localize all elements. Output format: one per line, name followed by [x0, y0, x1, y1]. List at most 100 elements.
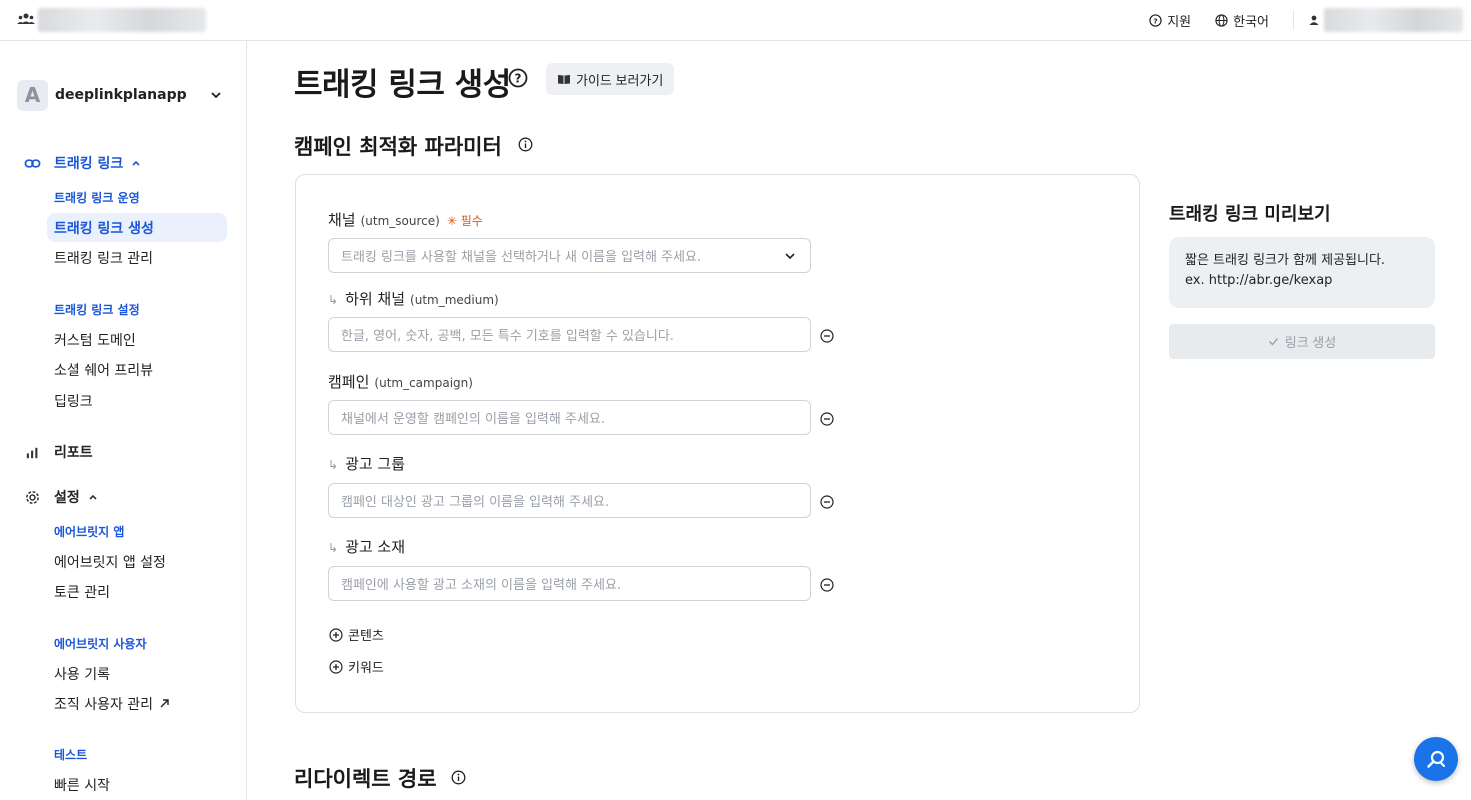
- add-content-label: 콘텐츠: [348, 629, 384, 644]
- divider: [1293, 10, 1294, 30]
- add-circle-icon: [329, 627, 343, 642]
- field-label-text: 광고 소재: [345, 538, 406, 556]
- svg-text:?: ?: [515, 72, 522, 86]
- sub-arrow-icon: ↳: [328, 293, 339, 307]
- ad-creative-input[interactable]: 캠페인에 사용할 광고 소재의 이름을 입력해 주세요.: [328, 566, 811, 601]
- add-circle-icon: [329, 659, 343, 674]
- page-title: 트래킹 링크 생성: [294, 67, 511, 103]
- top-bar: ? 지원 한국어: [0, 0, 1471, 41]
- guide-button[interactable]: 가이드 보러가기: [546, 63, 675, 95]
- check-icon: [1268, 338, 1278, 346]
- campaign-input[interactable]: 채널에서 운영할 캠페인의 이름을 입력해 주세요.: [328, 400, 811, 435]
- required-marker: ✳ 필수: [446, 214, 483, 228]
- support-label: 지원: [1167, 14, 1192, 30]
- sub-arrow-icon: ↳: [328, 541, 339, 555]
- book-icon: [558, 75, 570, 84]
- nav-group-label: 설정: [54, 490, 80, 506]
- field-label-campaign: 캠페인 (utm_campaign): [328, 371, 473, 392]
- preview-text-line1: 짧은 트래킹 링크가 함께 제공됩니다.: [1185, 253, 1386, 268]
- sidebar-item-org-user-management[interactable]: 조직 사용자 관리: [47, 689, 227, 718]
- sidebar-item-token-management[interactable]: 토큰 관리: [47, 577, 227, 606]
- sidebar-item-manage-tracking-link[interactable]: 트래킹 링크 관리: [47, 243, 227, 272]
- create-link-button[interactable]: 링크 생성: [1169, 324, 1435, 359]
- sidebar: A deeplinkplanapp 트래킹 링크 트래킹 링크 운영 트래킹 링…: [0, 41, 247, 800]
- link-icon: [24, 158, 41, 168]
- remove-circle-icon[interactable]: [820, 329, 834, 343]
- remove-circle-icon[interactable]: [820, 412, 834, 426]
- remove-circle-icon[interactable]: [820, 495, 834, 509]
- section-label-tracking-operate: 트래킹 링크 운영: [54, 191, 140, 205]
- create-link-label: 링크 생성: [1284, 335, 1337, 350]
- sidebar-item-deeplink[interactable]: 딥링크: [47, 386, 227, 415]
- team-icon[interactable]: [16, 10, 36, 28]
- gear-icon: [26, 490, 39, 504]
- sub-arrow-icon: ↳: [328, 458, 339, 472]
- preview-box: 짧은 트래킹 링크가 함께 제공됩니다. ex. http://abr.ge/k…: [1169, 237, 1435, 308]
- channel-select[interactable]: 트래킹 링크를 사용할 채널을 선택하거나 새 이름을 입력해 주세요.: [328, 238, 811, 273]
- section-title-campaign-params: 캠페인 최적화 파라미터: [294, 135, 502, 159]
- language-label: 한국어: [1233, 14, 1269, 30]
- support-link[interactable]: ? 지원: [1149, 11, 1191, 30]
- info-icon[interactable]: [518, 137, 533, 152]
- svg-text:?: ?: [1154, 16, 1158, 25]
- add-keyword-label: 키워드: [348, 661, 384, 676]
- section-label-airbridge-user: 에어브릿지 사용자: [54, 637, 147, 651]
- field-label-text: 광고 그룹: [345, 455, 406, 473]
- section-label-test: 테스트: [54, 748, 88, 762]
- nav-group-label: 리포트: [54, 445, 93, 461]
- guide-button-label: 가이드 보러가기: [576, 72, 664, 88]
- info-icon[interactable]: [451, 770, 466, 785]
- globe-icon: [1215, 13, 1228, 27]
- help-circle-icon[interactable]: ?: [508, 68, 528, 88]
- nav-group-report[interactable]: 리포트: [0, 440, 247, 464]
- preview-text-line2: ex. http://abr.ge/kexap: [1185, 273, 1333, 288]
- chevron-up-icon: [132, 160, 140, 166]
- sidebar-item-usage-history[interactable]: 사용 기록: [47, 659, 227, 688]
- field-label-ad-group: ↳ 광고 그룹: [328, 453, 405, 474]
- nav-group-tracking-link[interactable]: 트래킹 링크: [0, 151, 247, 175]
- search-help-fab[interactable]: [1414, 737, 1458, 781]
- app-name: deeplinkplanapp: [55, 87, 187, 103]
- section-label-tracking-settings: 트래킹 링크 설정: [54, 303, 140, 317]
- channel-select-placeholder: 트래킹 링크를 사용할 채널을 선택하거나 새 이름을 입력해 주세요.: [341, 250, 702, 265]
- field-label-text: 캠페인: [328, 373, 370, 391]
- field-label-channel: 채널 (utm_source) ✳ 필수: [328, 209, 483, 230]
- language-selector[interactable]: 한국어: [1215, 11, 1269, 30]
- field-param: (utm_campaign): [374, 376, 473, 390]
- bar-chart-icon: [26, 447, 38, 458]
- field-label-text: 하위 채널: [345, 290, 406, 308]
- chevron-up-icon: [89, 494, 97, 500]
- sidebar-item-custom-domain[interactable]: 커스텀 도메인: [47, 325, 227, 354]
- add-keyword-button[interactable]: 키워드: [329, 657, 384, 676]
- section-label-airbridge-app: 에어브릿지 앱: [54, 525, 125, 539]
- app-switcher[interactable]: A deeplinkplanapp: [17, 79, 227, 111]
- sidebar-item-social-share-preview[interactable]: 소셜 쉐어 프리뷰: [47, 355, 227, 384]
- sub-channel-input[interactable]: 한글, 영어, 숫자, 공백, 모든 특수 기호를 입력할 수 있습니다.: [328, 317, 811, 352]
- chevron-down-icon: [211, 92, 221, 99]
- field-param: (utm_medium): [410, 293, 499, 307]
- ad-group-input[interactable]: 캠페인 대상인 광고 그룹의 이름을 입력해 주세요.: [328, 483, 811, 518]
- preview-title: 트래킹 링크 미리보기: [1169, 204, 1331, 225]
- add-content-button[interactable]: 콘텐츠: [329, 625, 384, 644]
- field-label-ad-creative: ↳ 광고 소재: [328, 536, 405, 557]
- help-circle-icon: ?: [1149, 13, 1162, 27]
- organization-name-redacted[interactable]: [38, 8, 206, 32]
- sidebar-item-quick-start[interactable]: 빠른 시작: [47, 770, 227, 799]
- search-icon: [1427, 750, 1445, 768]
- sidebar-item-app-settings[interactable]: 에어브릿지 앱 설정: [47, 547, 227, 576]
- user-icon[interactable]: [1308, 14, 1320, 26]
- sidebar-item-create-tracking-link[interactable]: 트래킹 링크 생성: [47, 213, 227, 242]
- remove-circle-icon[interactable]: [820, 578, 834, 592]
- sidebar-item-label: 조직 사용자 관리: [54, 696, 154, 713]
- field-label-sub-channel: ↳ 하위 채널 (utm_medium): [328, 288, 499, 309]
- section-title-redirect-path: 리다이렉트 경로: [294, 767, 437, 791]
- user-email-redacted[interactable]: [1324, 8, 1463, 32]
- chevron-down-icon: [785, 253, 795, 260]
- nav-group-label: 트래킹 링크: [54, 156, 124, 172]
- required-label: 필수: [460, 214, 483, 228]
- app-avatar: A: [17, 79, 48, 111]
- field-label-text: 채널: [328, 211, 356, 229]
- nav-group-settings[interactable]: 설정: [0, 485, 247, 509]
- campaign-params-card: 채널 (utm_source) ✳ 필수 트래킹 링크를 사용할 채널을 선택하…: [295, 174, 1140, 713]
- external-link-icon: [160, 699, 169, 708]
